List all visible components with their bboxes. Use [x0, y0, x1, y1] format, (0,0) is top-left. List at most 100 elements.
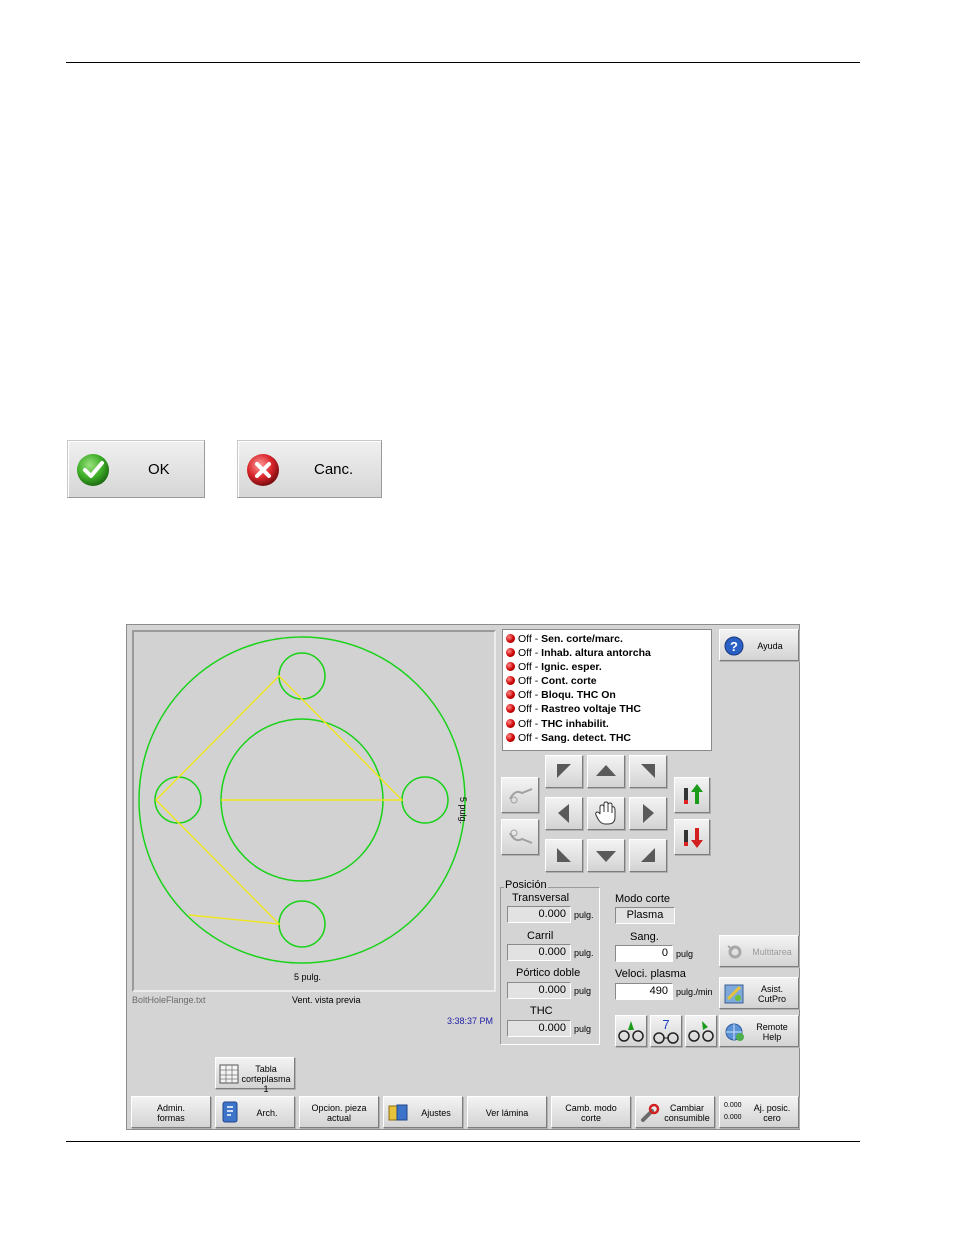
torch-icon — [509, 829, 533, 844]
set-zero-button[interactable]: 0.000 0.000 Aj. posic. cero — [719, 1096, 799, 1128]
speed-unit: pulg./min — [676, 987, 713, 997]
help-button[interactable]: ? Ayuda — [719, 629, 799, 661]
jog-up-right-button[interactable] — [629, 755, 667, 788]
cutpro-wizard-icon — [724, 984, 744, 1004]
jog-down-right-button[interactable] — [629, 839, 667, 872]
red-led-icon — [506, 676, 515, 686]
kerf-label: Sang. — [630, 931, 659, 943]
cancel-x-icon — [247, 454, 279, 486]
wheels-icon — [653, 1032, 679, 1044]
carril-unit: pulg. — [574, 948, 594, 958]
hand-pointer-icon — [595, 801, 616, 825]
checkmark-icon — [77, 454, 109, 486]
speed-field[interactable]: 490 — [615, 983, 673, 1000]
cnc-main-screen: 5 pulg. 5 pulg. BoltHoleFlange.txt Vent.… — [126, 624, 800, 1130]
thc-unit: pulg — [574, 1024, 592, 1034]
cut-chart-button[interactable]: Tabla corteplasma 1 — [215, 1057, 295, 1094]
table-grid-icon — [219, 1064, 239, 1084]
kerf-field[interactable]: 0 — [615, 945, 673, 962]
carril-field[interactable]: 0.000 — [507, 944, 571, 961]
transversal-label: Transversal — [512, 892, 570, 904]
remote-help-button[interactable]: Remote Help — [719, 1015, 799, 1047]
cancel-label: Canc. — [314, 461, 354, 478]
jog-stop-hand-button[interactable] — [587, 797, 625, 830]
torch-down-button[interactable] — [674, 819, 710, 855]
jog-down-left-button[interactable] — [545, 839, 583, 872]
arrow-up-icon — [596, 765, 616, 776]
portico-field[interactable]: 0.000 — [507, 982, 571, 999]
cut-mode-label: Modo corte — [615, 893, 671, 905]
torch-raise-disabled-button[interactable] — [501, 777, 539, 813]
transversal-field[interactable]: 0.000 — [507, 906, 571, 923]
setups-icon — [388, 1104, 408, 1121]
part-preview-graphic — [138, 636, 466, 964]
change-cut-mode-button[interactable]: Camb. modo corte — [551, 1096, 631, 1128]
kerf-unit: pulg — [676, 949, 694, 959]
jog-up-left-button[interactable] — [545, 755, 583, 788]
asist-cutpro-button[interactable]: Asist. CutPro — [719, 977, 799, 1009]
multitarea-button[interactable]: Multitarea — [719, 935, 799, 967]
svg-text:?: ? — [730, 639, 738, 654]
bolt-hole-bottom — [278, 900, 326, 948]
jog-left-button[interactable] — [545, 797, 583, 830]
jog-up-button[interactable] — [587, 755, 625, 788]
top-rule — [66, 62, 860, 63]
view-sheet-button[interactable]: Ver lámina — [467, 1096, 547, 1128]
help-icon: ? — [724, 636, 744, 656]
arrow-down-right-icon — [641, 848, 655, 862]
cut-mode-field[interactable]: Plasma — [615, 907, 675, 924]
portico-unit: pulg — [574, 986, 592, 996]
torch-mark-icon — [688, 1021, 714, 1042]
jog-right-button[interactable] — [629, 797, 667, 830]
transversal-unit: pulg. — [574, 910, 594, 920]
bolt-hole-left — [154, 776, 202, 824]
zero-readout-2: 0.000 — [724, 1114, 742, 1121]
ok-button[interactable]: OK — [67, 440, 205, 498]
red-led-icon — [506, 648, 515, 658]
portico-label: Pórtico doble — [516, 967, 581, 979]
arrow-down-left-icon — [557, 848, 571, 862]
status-list: Off - Sen. corte/marc. Off - Inhab. altu… — [502, 629, 712, 751]
torch-cut-icon — [618, 1021, 644, 1042]
wrench-icon — [641, 1103, 660, 1122]
red-led-icon — [506, 732, 515, 742]
cancel-button[interactable]: Canc. — [237, 440, 382, 498]
list-item: Off - THC inhabilit. — [506, 717, 708, 731]
part-options-button[interactable]: Opcion. pieza actual — [299, 1096, 379, 1128]
torch-up-button[interactable] — [674, 777, 710, 813]
cut-enable-button[interactable] — [615, 1015, 647, 1047]
list-item: Off - Ignic. esper. — [506, 660, 708, 674]
preview-window[interactable]: 5 pulg. 5 pulg. — [132, 630, 496, 992]
red-led-icon — [506, 690, 515, 700]
setups-button[interactable]: Ajustes — [383, 1096, 463, 1128]
position-group-title: Posición — [504, 879, 548, 891]
arrow-down-icon — [596, 851, 616, 862]
pierce-count-button[interactable]: 7 — [650, 1015, 682, 1047]
traverse-path — [155, 675, 404, 925]
files-button[interactable]: Arch. — [215, 1096, 295, 1128]
globe-network-icon — [725, 1023, 744, 1041]
multitask-icon — [727, 945, 742, 959]
torch-icon — [509, 788, 533, 804]
bolt-hole-right — [401, 776, 449, 824]
mark-enable-button[interactable] — [685, 1015, 717, 1047]
admin-shapes-button[interactable]: Admin. formas — [131, 1096, 211, 1128]
thc-field[interactable]: 0.000 — [507, 1020, 571, 1037]
jog-down-button[interactable] — [587, 839, 625, 872]
change-consumable-button[interactable]: Cambiar consumible — [635, 1096, 715, 1128]
torch-up-icon — [684, 784, 703, 804]
carril-label: Carril — [527, 930, 554, 942]
ok-label: OK — [148, 461, 170, 478]
file-icon — [222, 1101, 238, 1123]
list-item: Off - Rastreo voltaje THC — [506, 702, 708, 716]
torch-down-icon — [684, 828, 703, 848]
list-item: Off - Sang. detect. THC — [506, 731, 708, 745]
bottom-rule — [66, 1141, 860, 1142]
list-item: Off - Sen. corte/marc. — [506, 632, 708, 646]
preview-filename: BoltHoleFlange.txt — [132, 995, 206, 1005]
torch-lower-disabled-button[interactable] — [501, 819, 539, 855]
dimension-x-label: 5 pulg. — [294, 972, 322, 982]
preview-window-title: Vent. vista previa — [292, 995, 361, 1005]
thc-label: THC — [530, 1005, 553, 1017]
speed-label: Veloci. plasma — [615, 968, 686, 980]
